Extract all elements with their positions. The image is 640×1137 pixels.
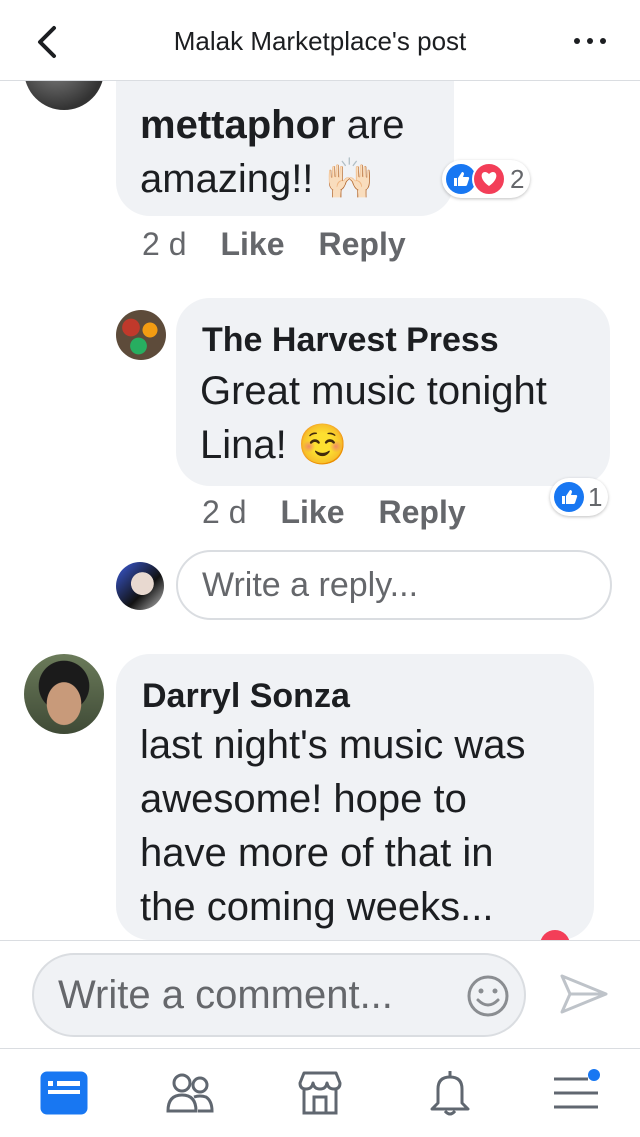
avatar[interactable] [116,310,166,360]
page-title: Malak Marketplace's post [173,26,467,56]
comment-time: 2 d [142,226,187,262]
marketplace-icon[interactable] [294,1067,346,1119]
comment-text: mettaphor are [140,98,405,152]
comment-bubble: The Harvest Press Great music tonight Li… [176,298,610,486]
reply-button[interactable]: Reply [379,494,466,530]
reaction-count: 1 [588,481,603,512]
comment-bubble: Lina Fadel mettaphor are amazing!! 🙌🏻 [116,80,454,216]
comment-line: last night's music was [140,723,526,767]
more-options-icon[interactable] [570,28,610,52]
emoji-icon[interactable] [466,974,510,1018]
comment-text-line2: amazing!! 🙌🏻 [140,157,375,201]
like-button[interactable]: Like [220,226,284,262]
comment-author: Lina Fadel [140,80,298,88]
reply-input[interactable]: Write a reply... [176,550,612,620]
reply-button[interactable]: Reply [319,226,406,262]
current-user-avatar [116,562,164,610]
comment-time: 2 d [202,494,247,530]
comment-text-line2: Lina! ☺️ [200,423,348,467]
comment-actions: 2 d Like Reply [202,494,500,531]
top-bar: Malak Marketplace's post [0,0,640,81]
send-icon[interactable] [558,970,610,1018]
like-icon [554,482,584,512]
comment-text: last night's music was awesome! hope to … [140,718,526,934]
comment-line: awesome! hope to [140,777,467,821]
comment-line: the coming weeks... [140,885,494,929]
notification-badge [588,1069,600,1081]
mentioned-name[interactable]: mettaphor [140,103,336,147]
avatar[interactable] [24,80,104,110]
news-feed-icon[interactable] [38,1067,90,1119]
comment-line: have more of that in [140,831,494,875]
bell-icon[interactable] [424,1067,476,1119]
comment-author[interactable]: Darryl Sonza [142,676,350,716]
reaction-count: 2 [510,163,525,194]
comment-text: Great music tonight [200,369,547,413]
like-button[interactable]: Like [280,494,344,530]
reaction-summary[interactable]: 1 [550,478,609,516]
bottom-tab-bar [0,1048,640,1137]
comment-text-rest: are [335,103,405,147]
avatar[interactable] [24,654,104,734]
menu-icon[interactable] [550,1067,602,1119]
comment-input[interactable]: Write a comment... [32,953,526,1037]
reaction-summary[interactable]: 2 [442,160,531,198]
comment-author[interactable]: The Harvest Press [202,320,499,360]
comment-bubble: Darryl Sonza last night's music was awes… [116,654,594,940]
comment-composer: Write a comment... [0,940,640,1049]
love-icon [472,162,506,196]
comments-list: Lina Fadel mettaphor are amazing!! 🙌🏻 2 … [0,80,640,940]
comment-actions: 2 d Like Reply [142,226,440,263]
friends-icon[interactable] [164,1067,216,1119]
